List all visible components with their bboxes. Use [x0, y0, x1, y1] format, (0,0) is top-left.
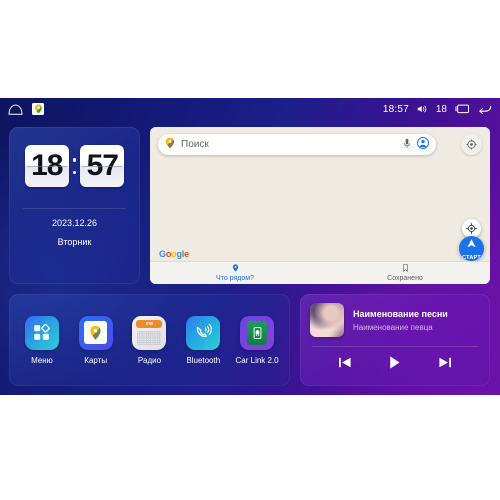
app-car-link[interactable]: Car Link 2.0: [232, 315, 282, 365]
maps-pin-icon: [165, 136, 175, 154]
radio-fm-badge: FM: [136, 319, 163, 328]
recent-apps-icon[interactable]: [455, 104, 470, 115]
map-tab-saved-label: Сохранено: [387, 275, 423, 282]
back-arrow-icon[interactable]: [478, 104, 492, 115]
start-navigation-button[interactable]: СТАРТ: [459, 236, 484, 261]
google-logo: Google: [159, 249, 189, 259]
apps-dock: Меню Карты FM Радио Bluetooth Car Link 2…: [9, 294, 290, 386]
map-tab-nearby[interactable]: Что рядом?: [150, 262, 320, 284]
app-bluetooth[interactable]: Bluetooth: [178, 315, 228, 365]
app-bluetooth-label: Bluetooth: [186, 355, 221, 365]
album-art: [310, 303, 344, 337]
clock-hours: 18: [24, 145, 69, 187]
maps-widget[interactable]: Поиск СТАРТ Google Что рядом? Сохранено: [150, 127, 490, 284]
app-car-link-label: Car Link 2.0: [235, 355, 279, 365]
status-clock: 18:57: [382, 103, 409, 115]
clock-colon: [72, 145, 78, 187]
maps-pin-icon[interactable]: [32, 103, 44, 115]
screenshot-frame: 18:57 18 18 57 2023.12.26 Вторник Поиск …: [0, 0, 500, 500]
status-bar: 18:57 18: [0, 98, 500, 120]
play-button[interactable]: [388, 355, 401, 370]
radio-icon: FM: [132, 315, 167, 350]
account-avatar-icon[interactable]: [417, 136, 429, 154]
app-menu-label: Меню: [31, 355, 53, 365]
track-artist: Наименование певца: [353, 322, 433, 332]
head-unit-screen: 18:57 18 18 57 2023.12.26 Вторник Поиск …: [0, 98, 500, 395]
clock-weekday: Вторник: [57, 237, 92, 247]
map-tab-bar: Что рядом? Сохранено: [150, 261, 490, 284]
play-icon: [390, 356, 400, 369]
maps-pin-icon: [78, 315, 113, 350]
flip-clock: 18 57: [9, 127, 140, 187]
app-maps-label: Карты: [84, 355, 108, 365]
clock-minutes: 57: [80, 145, 125, 187]
next-track-button[interactable]: [438, 356, 452, 369]
search-input-text[interactable]: Поиск: [181, 139, 397, 150]
volume-icon[interactable]: [417, 104, 428, 114]
skip-previous-icon: [339, 357, 351, 368]
navigation-arrow-icon: [466, 236, 477, 254]
bookmark-icon: [402, 264, 409, 274]
gear-icon[interactable]: [461, 134, 482, 155]
microphone-icon[interactable]: [403, 136, 411, 154]
bluetooth-phone-icon: [186, 315, 221, 350]
clock-divider: [23, 208, 126, 209]
app-maps[interactable]: Карты: [71, 315, 121, 365]
app-radio[interactable]: FM Радио: [124, 315, 174, 365]
home-icon[interactable]: [8, 104, 23, 115]
search-input[interactable]: Поиск: [158, 134, 436, 155]
app-menu[interactable]: Меню: [17, 315, 67, 365]
media-player-widget[interactable]: Наименование песни Наименование певца: [300, 294, 490, 386]
menu-grid-icon: [24, 315, 59, 350]
map-tab-saved[interactable]: Сохранено: [320, 262, 490, 284]
map-tab-nearby-label: Что рядом?: [216, 275, 254, 282]
clock-widget[interactable]: 18 57 2023.12.26 Вторник: [9, 127, 140, 284]
clock-date: 2023.12.26: [51, 218, 98, 228]
radio-grille: [137, 330, 162, 345]
app-radio-label: Радио: [137, 355, 162, 365]
previous-track-button[interactable]: [338, 356, 352, 369]
skip-next-icon: [439, 357, 451, 368]
car-link-icon: [240, 315, 275, 350]
volume-level: 18: [435, 103, 447, 115]
media-controls: [300, 347, 490, 370]
location-pin-icon: [232, 264, 239, 274]
track-title: Наименование песни: [353, 308, 448, 319]
